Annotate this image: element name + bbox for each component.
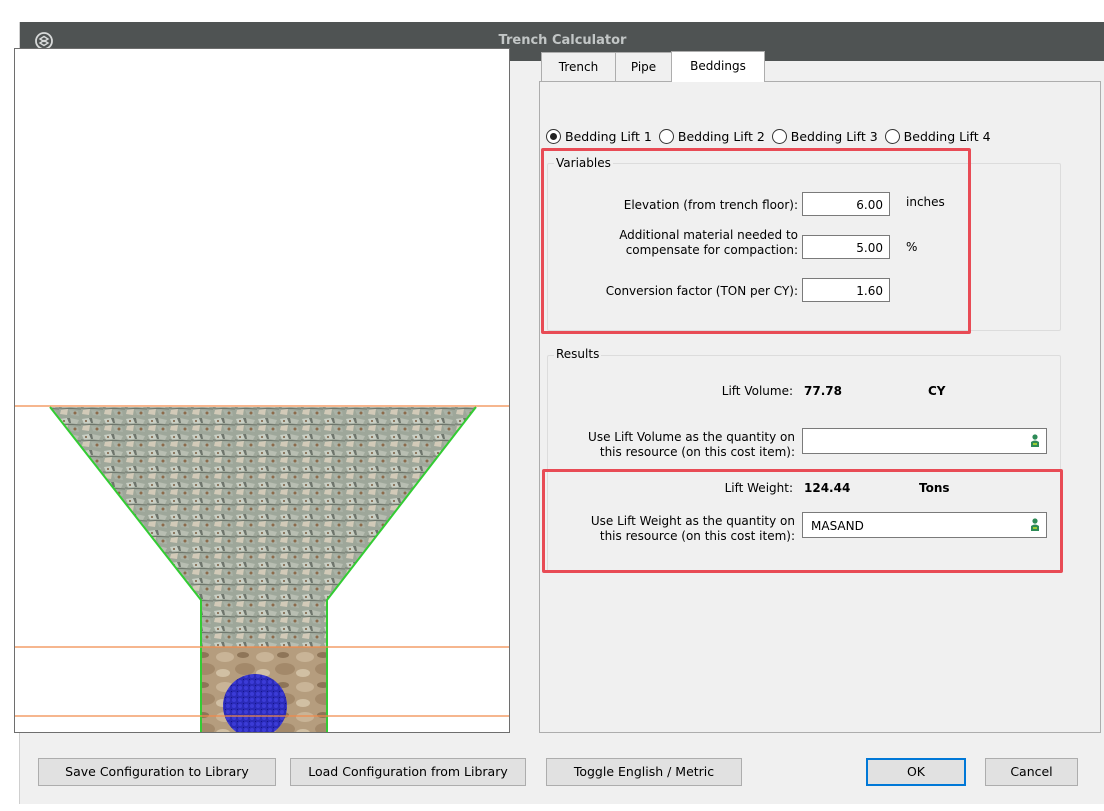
elevation-label: Elevation (from trench floor): (623, 198, 798, 212)
use-weight-label-line2: this resource (on this cost item): (599, 529, 795, 543)
results-group-label: Results (554, 347, 602, 361)
use-weight-label: Use Lift Weight as the quantity on this … (548, 514, 795, 544)
additional-material-label: Additional material needed to compensate… (560, 228, 798, 258)
lift-weight-label: Lift Weight: (724, 481, 793, 495)
radio-indicator (771, 128, 787, 144)
radio-bedding-lift-4[interactable]: Bedding Lift 4 (884, 128, 991, 144)
resource-picker-icon[interactable] (1030, 434, 1040, 448)
gravel-backfill (50, 407, 476, 647)
radio-bedding-lift-1[interactable]: Bedding Lift 1 (546, 128, 652, 144)
additional-label-line2: compensate for compaction: (625, 243, 798, 257)
radio-label: Bedding Lift 4 (903, 128, 991, 144)
conversion-factor-label: Conversion factor (TON per CY): (605, 284, 798, 298)
cancel-button[interactable]: Cancel (985, 758, 1078, 786)
use-weight-resource-input[interactable]: MASAND (802, 512, 1047, 538)
use-volume-label-line1: Use Lift Volume as the quantity on (588, 430, 795, 444)
tab-trench[interactable]: Trench (541, 52, 616, 81)
radio-bedding-lift-2[interactable]: Bedding Lift 2 (658, 128, 765, 144)
lift-weight-unit: Tons (919, 481, 950, 495)
radio-label: Bedding Lift 3 (790, 128, 878, 144)
conversion-factor-input[interactable]: 1.60 (802, 278, 890, 302)
lift-weight-value: 124.44 (804, 481, 851, 495)
additional-material-input[interactable]: 5.00 (802, 235, 890, 259)
radio-indicator (658, 128, 674, 144)
resource-picker-icon[interactable] (1030, 518, 1040, 532)
elevation-input[interactable]: 6.00 (802, 192, 890, 216)
save-configuration-button[interactable]: Save Configuration to Library (38, 758, 276, 786)
use-volume-label: Use Lift Volume as the quantity on this … (548, 430, 795, 460)
radio-indicator (546, 128, 561, 144)
use-weight-label-line1: Use Lift Weight as the quantity on (590, 514, 795, 528)
lift-volume-value: 77.78 (804, 384, 842, 398)
use-weight-resource-value: MASAND (811, 519, 864, 533)
radio-label: Bedding Lift 1 (565, 128, 652, 144)
bedding-lift-selector: Bedding Lift 1 Bedding Lift 2 Bedding Li… (546, 127, 998, 145)
trench-preview (14, 48, 510, 733)
ok-button[interactable]: OK (866, 758, 966, 786)
tab-beddings[interactable]: Beddings (671, 51, 765, 82)
window-title: Trench Calculator (498, 33, 627, 48)
use-volume-label-line2: this resource (on this cost item): (599, 445, 795, 459)
radio-indicator (884, 128, 900, 144)
trench-diagram (15, 405, 509, 732)
lift-volume-unit: CY (928, 384, 946, 398)
lift-volume-label: Lift Volume: (721, 384, 793, 398)
variables-group-label: Variables (554, 156, 613, 170)
additional-label-line1: Additional material needed to (619, 228, 798, 242)
toggle-units-button[interactable]: Toggle English / Metric (546, 758, 742, 786)
radio-bedding-lift-3[interactable]: Bedding Lift 3 (771, 128, 878, 144)
use-volume-resource-input[interactable] (802, 428, 1047, 454)
tab-pipe[interactable]: Pipe (615, 52, 672, 81)
load-configuration-button[interactable]: Load Configuration from Library (290, 758, 526, 786)
elevation-unit: inches (906, 195, 945, 209)
radio-label: Bedding Lift 2 (677, 128, 765, 144)
additional-material-unit: % (906, 240, 918, 254)
